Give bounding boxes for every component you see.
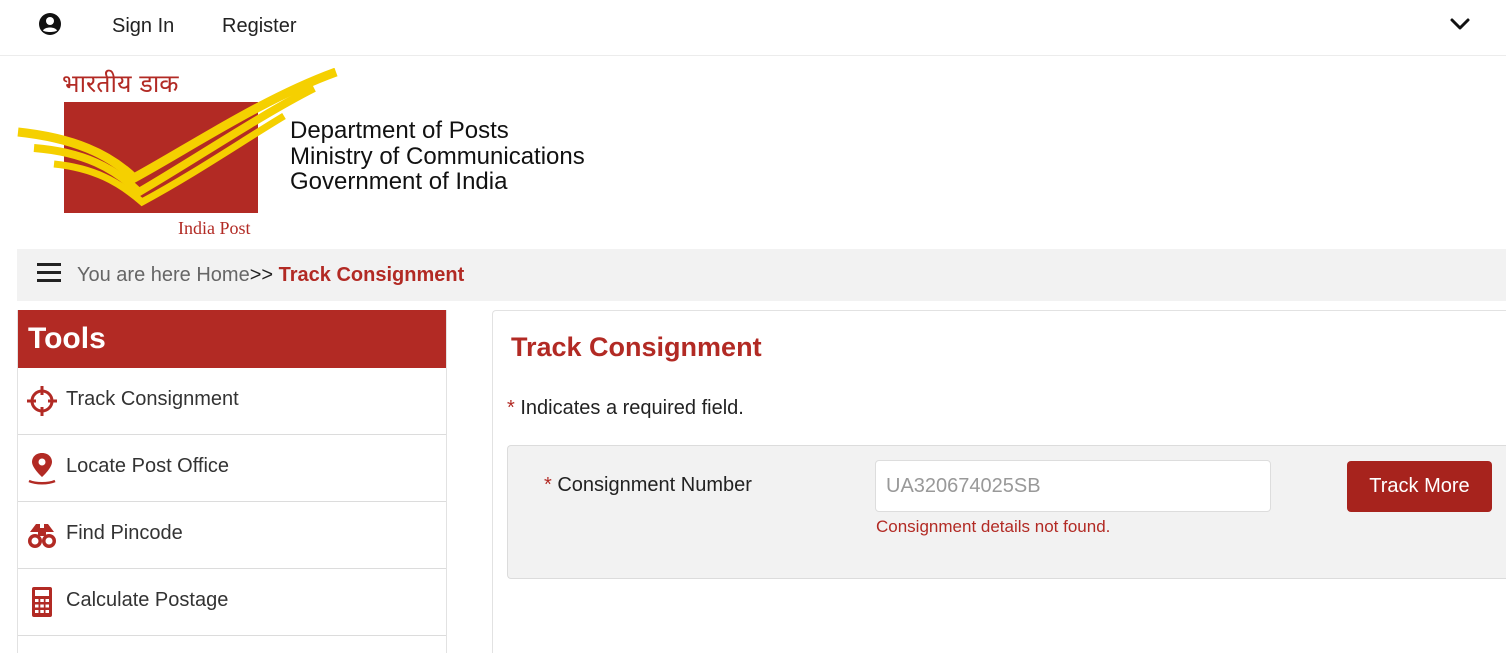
sidebar-item-label: Find Pincode (66, 522, 183, 544)
sidebar-item-locate-post-office[interactable]: Locate Post Office (18, 435, 446, 502)
required-star: * (507, 397, 515, 419)
sidebar-item-track-consignment[interactable]: Track Consignment (18, 368, 446, 435)
required-note-text: Indicates a required field. (520, 397, 744, 419)
sidebar-item-label: Calculate Postage (66, 589, 229, 611)
field-label-text: Consignment Number (557, 474, 752, 496)
binoculars-icon (28, 524, 56, 548)
map-pin-icon (28, 453, 56, 485)
consignment-number-label: * Consignment Number (544, 474, 752, 497)
organization-title: Department of Posts Ministry of Communic… (290, 118, 585, 195)
required-field-note: * Indicates a required field. (507, 397, 744, 420)
main-panel: Track Consignment * Indicates a required… (492, 310, 1506, 653)
register-link[interactable]: Register (222, 15, 296, 38)
sign-in-link[interactable]: Sign In (112, 15, 174, 38)
breadcrumb-current: Track Consignment (278, 264, 465, 286)
tools-sidebar: Tools Track Consignment Locate Post Offi… (17, 310, 447, 653)
breadcrumb-home[interactable]: You are here Home (77, 264, 250, 286)
breadcrumb-path: You are here Home>> Track Consignment (77, 264, 464, 287)
track-more-button[interactable]: Track More (1347, 461, 1492, 512)
calculator-icon (32, 587, 52, 617)
org-line-1: Department of Posts (290, 117, 509, 144)
chevron-down-icon[interactable] (1448, 14, 1472, 34)
sidebar-item-calculate-postage[interactable]: Calculate Postage (18, 569, 446, 636)
top-bar: Sign In Register (0, 0, 1506, 56)
crosshair-icon (27, 386, 57, 416)
sidebar-item-label: Locate Post Office (66, 455, 230, 477)
sidebar-item-find-pincode[interactable]: Find Pincode (18, 502, 446, 569)
tracking-form: * Consignment Number Consignment details… (507, 445, 1506, 579)
org-line-3: Government of India (290, 168, 508, 195)
consignment-number-input[interactable] (875, 460, 1271, 512)
required-star: * (544, 474, 552, 496)
hamburger-menu-icon[interactable] (37, 263, 61, 283)
breadcrumb: You are here Home>> Track Consignment (17, 249, 1506, 301)
sidebar-item-label: Track Consignment (66, 388, 239, 410)
tools-heading: Tools (18, 310, 446, 368)
page-title: Track Consignment (511, 332, 762, 362)
breadcrumb-separator: >> (249, 264, 274, 286)
user-circle-icon[interactable] (38, 12, 62, 36)
error-message: Consignment details not found. (876, 517, 1111, 536)
org-line-2: Ministry of Communications (290, 142, 585, 170)
logo-caption: India Post (178, 218, 251, 238)
